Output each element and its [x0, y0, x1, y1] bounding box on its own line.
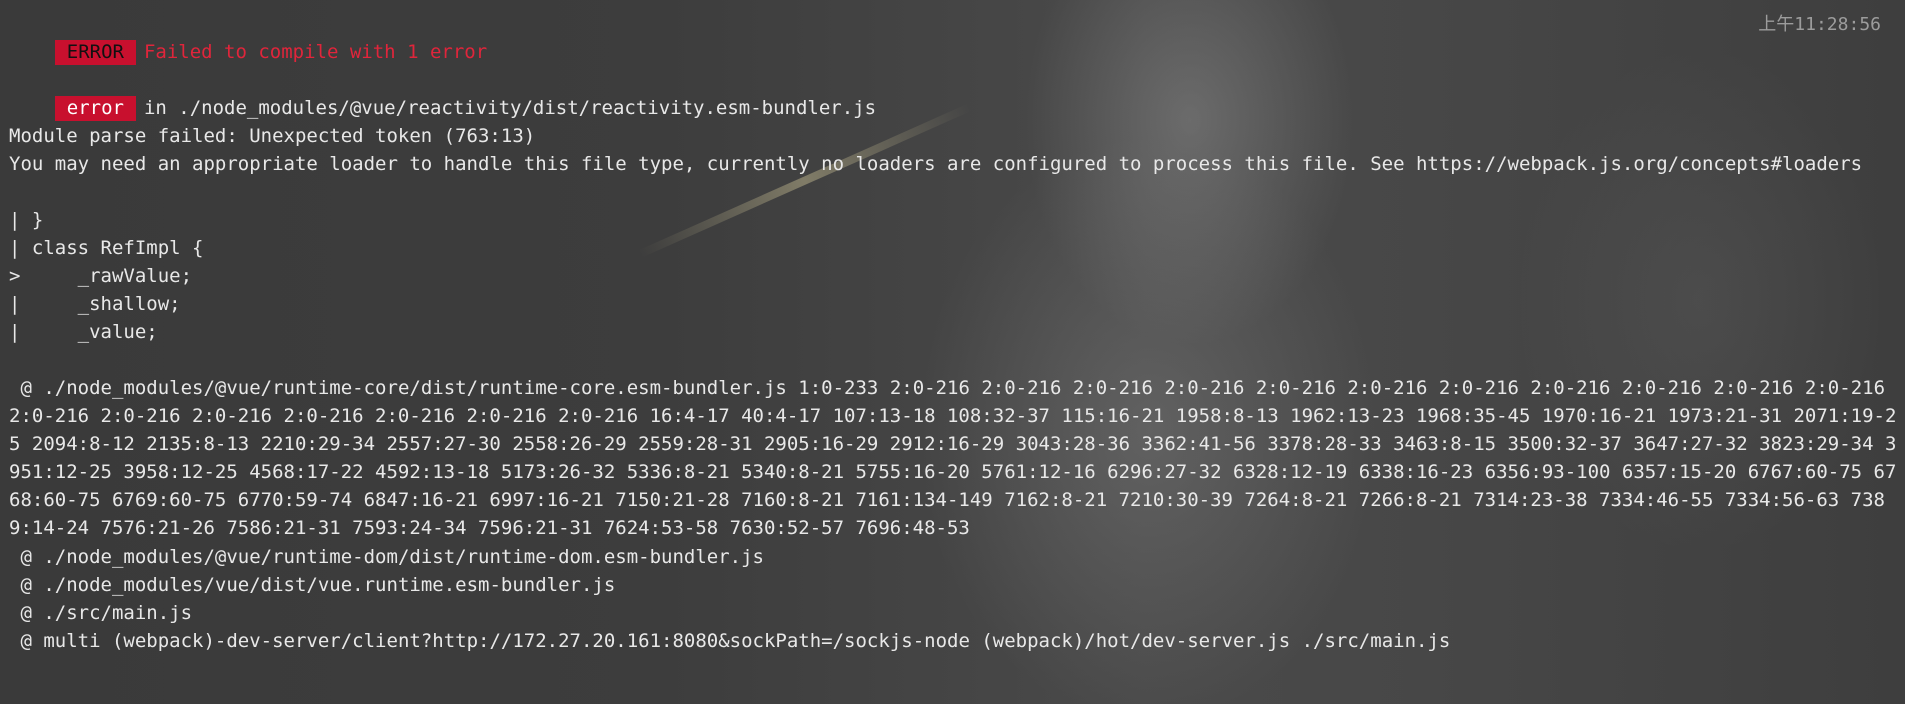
trace-multi: @ multi (webpack)-dev-server/client?http… [9, 630, 1451, 652]
trace-runtime-dom: @ ./node_modules/@vue/runtime-dom/dist/r… [9, 546, 764, 568]
timestamp: 上午11:28:56 [1758, 14, 1881, 35]
code-line-1: | } [9, 209, 44, 231]
code-line-4: | _shallow; [9, 293, 181, 315]
error-small-tag: error [54, 96, 136, 121]
trace-runtime-core: @ ./node_modules/@vue/runtime-core/dist/… [9, 377, 1897, 539]
trace-vue-runtime: @ ./node_modules/vue/dist/vue.runtime.es… [9, 574, 616, 596]
module-parse-error: Module parse failed: Unexpected token (7… [9, 125, 536, 147]
loader-hint: You may need an appropriate loader to ha… [9, 153, 1863, 175]
error-file-path: in ./node_modules/@vue/reactivity/dist/r… [143, 97, 877, 119]
code-line-5: | _value; [9, 321, 158, 343]
error-tag: ERROR [54, 40, 136, 65]
code-line-2: | class RefImpl { [9, 237, 204, 259]
code-line-3: > _rawValue; [9, 265, 193, 287]
trace-main: @ ./src/main.js [9, 602, 193, 624]
compile-error-message: Failed to compile with 1 error [143, 41, 488, 63]
terminal-output[interactable]: ERROR Failed to compile with 1 error 上午11… [0, 0, 1905, 704]
